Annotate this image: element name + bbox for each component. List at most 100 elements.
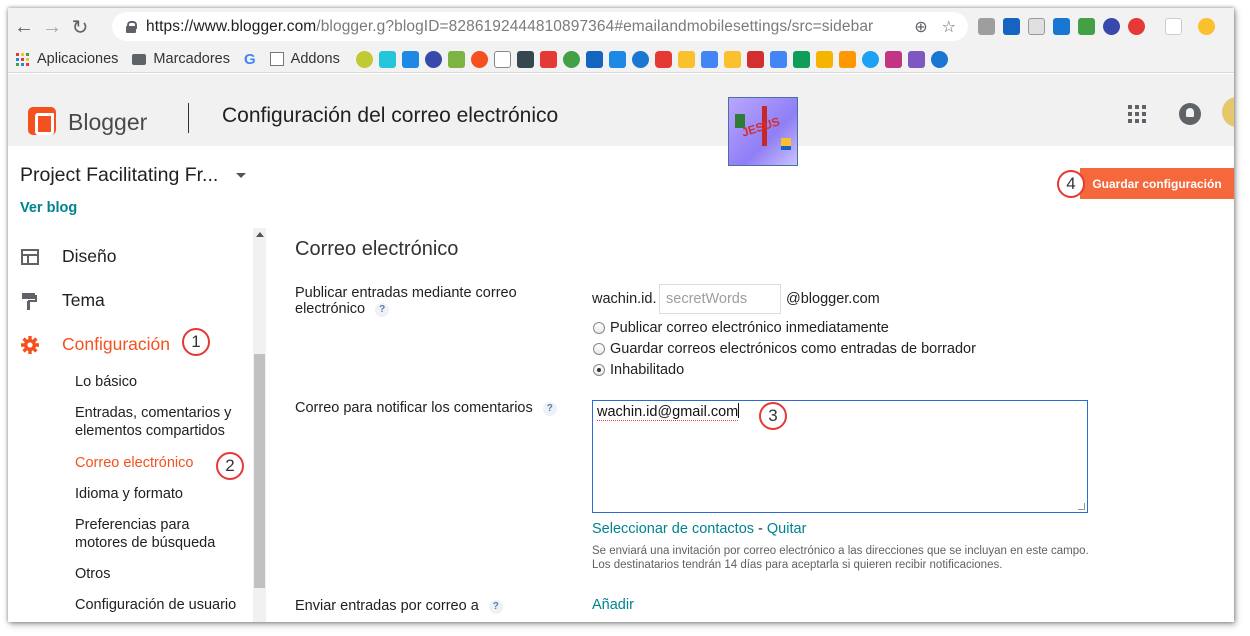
brand-name[interactable]: Blogger	[68, 109, 147, 136]
address-bar[interactable]: https://www.blogger.com/blogger.g?blogID…	[112, 12, 968, 41]
favicon[interactable]	[746, 50, 764, 68]
email-prefix: wachin.id.	[592, 291, 657, 307]
help-icon[interactable]: ?	[375, 303, 390, 317]
extension-icon[interactable]	[1165, 18, 1182, 35]
extension-icon[interactable]	[1128, 18, 1145, 35]
favicon[interactable]	[930, 50, 948, 68]
reload-button[interactable]: ↻	[66, 13, 94, 41]
notify-email-textarea[interactable]: wachin.id@gmail.com	[592, 400, 1088, 513]
save-settings-button[interactable]: Guardar configuración	[1080, 168, 1234, 199]
browser-toolbar: ← → ↻ https://www.blogger.com/blogger.g?…	[8, 8, 1234, 46]
help-icon[interactable]: ?	[488, 600, 503, 614]
forward-button[interactable]: →	[38, 13, 66, 41]
bookmarks-bar: Aplicaciones Marcadores G Addons	[8, 46, 1234, 73]
favicon[interactable]	[447, 50, 465, 68]
radio-button-selected[interactable]	[593, 364, 605, 376]
favicon[interactable]	[700, 50, 718, 68]
header-divider	[188, 103, 189, 133]
favicon[interactable]	[631, 50, 649, 68]
favicon[interactable]	[355, 50, 373, 68]
google-apps-icon[interactable]	[1128, 105, 1146, 123]
favicon[interactable]	[838, 50, 856, 68]
bookmark-folder[interactable]: Marcadores	[132, 51, 230, 67]
remove-link[interactable]: Quitar	[767, 521, 807, 537]
sidebar-subitem-user-settings[interactable]: Configuración de usuario	[75, 596, 236, 614]
back-button[interactable]: ←	[10, 13, 38, 41]
app-header	[8, 74, 1234, 146]
sidebar-item-design[interactable]: Diseño	[20, 246, 116, 267]
radio-button[interactable]	[593, 322, 605, 334]
blogger-logo-icon[interactable]	[28, 107, 56, 135]
favicon[interactable]	[769, 50, 787, 68]
step-badge-2: 2	[216, 452, 244, 480]
sidebar-subitem-email[interactable]: Correo electrónico	[75, 454, 193, 472]
favicon[interactable]	[861, 50, 879, 68]
bookmark-google[interactable]: G	[244, 51, 256, 68]
page-title: Configuración del correo electrónico	[222, 104, 559, 127]
favicon[interactable]	[516, 50, 534, 68]
step-badge-4: 4	[1057, 170, 1085, 198]
blog-selector[interactable]: Project Facilitating Fr...	[20, 164, 247, 187]
extension-icon[interactable]	[1003, 18, 1020, 35]
select-contacts-link[interactable]: Seleccionar de contactos	[592, 521, 754, 537]
bookmark-favicons	[355, 50, 948, 68]
sidebar-subitem-language[interactable]: Idioma y formato	[75, 485, 183, 503]
sidebar-item-theme[interactable]: Tema	[20, 290, 105, 311]
view-blog-link[interactable]: Ver blog	[20, 200, 77, 216]
extension-icon[interactable]	[1078, 18, 1095, 35]
sidebar-subitem-posts-comments[interactable]: Entradas, comentarios y elementos compar…	[75, 404, 250, 440]
extension-icon[interactable]	[1103, 18, 1120, 35]
extensions-bar	[978, 18, 1215, 35]
browser-window: ← → ↻ https://www.blogger.com/blogger.g?…	[8, 8, 1234, 622]
favicon[interactable]	[723, 50, 741, 68]
sidebar-scroll-thumb[interactable]	[254, 354, 265, 588]
favicon[interactable]	[378, 50, 396, 68]
favicon[interactable]	[493, 50, 511, 68]
favicon[interactable]	[424, 50, 442, 68]
invitation-note: Se enviará una invitación por correo ele…	[592, 545, 1089, 571]
bookmark-star-icon[interactable]: ☆	[942, 17, 956, 37]
secret-words-input[interactable]: secretWords	[659, 284, 781, 314]
extension-icon[interactable]	[1053, 18, 1070, 35]
notifications-icon[interactable]	[1179, 103, 1201, 125]
sidebar-subitem-search-prefs[interactable]: Preferencias para motores de búsqueda	[75, 516, 225, 552]
favicon[interactable]	[815, 50, 833, 68]
bookmark-apps[interactable]: Aplicaciones	[16, 51, 118, 67]
help-icon[interactable]: ?	[542, 402, 557, 416]
extension-icon[interactable]	[978, 18, 995, 35]
bookmark-addons[interactable]: Addons	[269, 51, 340, 67]
zoom-icon[interactable]: ⊕	[914, 17, 927, 37]
favicon[interactable]	[401, 50, 419, 68]
sidebar-subitem-other[interactable]: Otros	[75, 565, 110, 583]
favicon[interactable]	[654, 50, 672, 68]
lock-icon	[126, 20, 137, 33]
google-icon: G	[243, 50, 256, 68]
favicon[interactable]	[608, 50, 626, 68]
favicon[interactable]	[677, 50, 695, 68]
email-suffix: @blogger.com	[786, 291, 880, 307]
favicon[interactable]	[792, 50, 810, 68]
favicon[interactable]	[562, 50, 580, 68]
extension-icon[interactable]	[1028, 18, 1045, 35]
favicon[interactable]	[585, 50, 603, 68]
scroll-up-arrow-icon[interactable]	[256, 232, 264, 237]
sidebar-subitem-basics[interactable]: Lo básico	[75, 373, 137, 391]
favicon[interactable]	[907, 50, 925, 68]
layout-icon	[20, 247, 40, 267]
step-badge-1: 1	[182, 328, 210, 356]
step-badge-3: 3	[759, 402, 787, 430]
favicon[interactable]	[539, 50, 557, 68]
radio-button[interactable]	[593, 343, 605, 355]
resize-handle-icon[interactable]	[1078, 503, 1085, 510]
radio-publish-immediately[interactable]: Publicar correo electrónico inmediatamen…	[593, 320, 889, 336]
favicon[interactable]	[470, 50, 488, 68]
send-posts-label: Enviar entradas por correo a?	[295, 598, 503, 614]
page-icon	[269, 52, 284, 66]
sidebar-item-settings[interactable]: Configuración	[20, 334, 170, 355]
favicon[interactable]	[884, 50, 902, 68]
profile-icon[interactable]	[1198, 18, 1215, 35]
radio-disabled[interactable]: Inhabilitado	[593, 362, 684, 378]
add-link[interactable]: Añadir	[592, 597, 634, 613]
chevron-down-icon	[236, 173, 247, 178]
radio-save-as-draft[interactable]: Guardar correos electrónicos como entrad…	[593, 341, 976, 357]
